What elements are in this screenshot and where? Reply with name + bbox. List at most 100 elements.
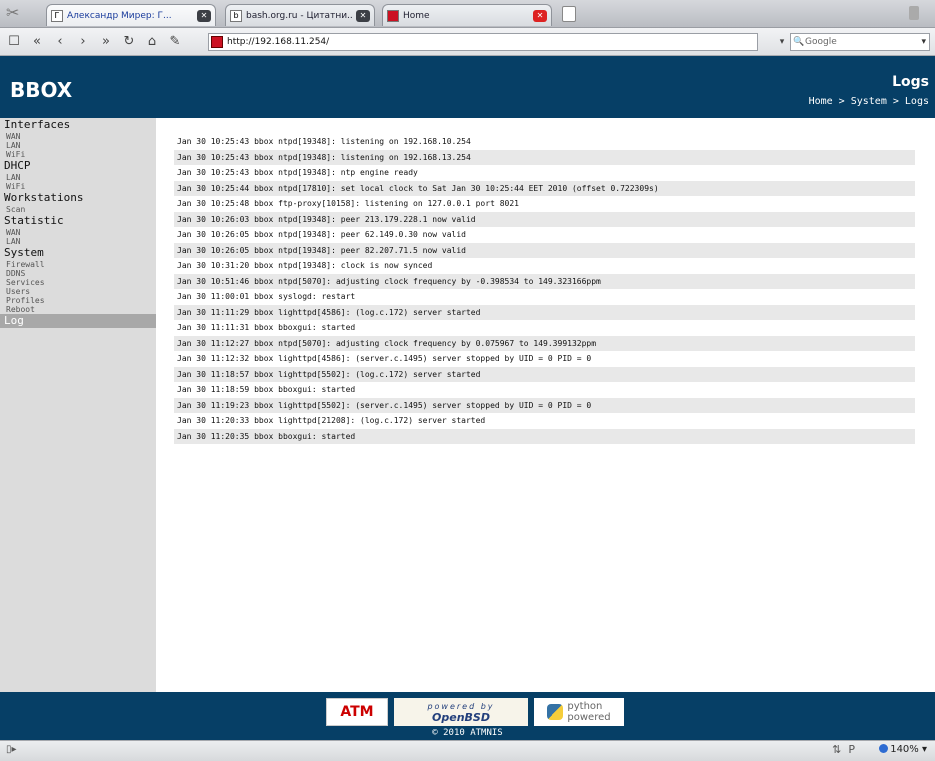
log-content: Jan 30 10:25:43 bbox ntpd[19348]: listen… [156, 118, 935, 692]
sidebar-section-log[interactable]: Log [0, 314, 156, 328]
log-row: Jan 30 10:26:03 bbox ntpd[19348]: peer 2… [174, 211, 915, 227]
sidebar-section-interfaces[interactable]: Interfaces [0, 118, 156, 132]
openbsd-badge[interactable]: powered by OpenBSD [394, 698, 528, 726]
back-icon[interactable]: ‹ [51, 33, 69, 51]
tab-close-icon[interactable]: ✕ [356, 9, 370, 22]
log-row: Jan 30 10:25:43 bbox ntpd[19348]: listen… [174, 134, 915, 150]
home-icon[interactable]: ⌂ [143, 33, 161, 51]
sidebar-item-lan[interactable]: LAN [0, 173, 156, 182]
rewind-icon[interactable]: « [28, 33, 46, 51]
log-entry: Jan 30 10:25:43 bbox ntpd[19348]: ntp en… [177, 168, 418, 178]
log-row: Jan 30 10:25:43 bbox ntpd[19348]: ntp en… [174, 165, 915, 181]
log-entry: Jan 30 11:12:27 bbox ntpd[5070]: adjusti… [174, 335, 915, 351]
log-entry: Jan 30 11:20:35 bbox bboxgui: started [174, 428, 915, 444]
fast-forward-icon[interactable]: » [97, 33, 115, 51]
badge-row: ATM powered by OpenBSD python powered [326, 698, 624, 726]
sidebar-item-lan[interactable]: LAN [0, 237, 156, 246]
new-tab-button[interactable] [562, 6, 576, 22]
sidebar-item-firewall[interactable]: Firewall [0, 260, 156, 269]
sidebar-item-wan[interactable]: WAN [0, 228, 156, 237]
page-favicon-icon: Г [51, 9, 63, 22]
log-entry: Jan 30 11:18:57 bbox lighttpd[5502]: (lo… [174, 366, 915, 382]
sidebar-item-profiles[interactable]: Profiles [0, 296, 156, 305]
log-entry: Jan 30 10:25:48 bbox ftp-proxy[10158]: l… [177, 199, 519, 209]
log-entry: Jan 30 11:18:59 bbox bboxgui: started [177, 385, 356, 395]
chevron-down-icon[interactable]: ▾ [921, 34, 926, 50]
log-entry: Jan 30 10:26:05 bbox ntpd[19348]: peer 6… [177, 230, 466, 240]
tab-title: Александр Мирер: Г... [67, 10, 172, 21]
page-favicon-icon: b [230, 9, 242, 22]
window-icon[interactable]: ☐ [5, 33, 23, 51]
log-entry: Jan 30 11:00:01 bbox syslogd: restart [177, 292, 356, 302]
sidebar-section-statistic[interactable]: Statistic [0, 214, 156, 228]
log-row: Jan 30 10:31:20 bbox ntpd[19348]: clock … [174, 258, 915, 274]
atm-logo[interactable]: ATM [326, 698, 388, 726]
tab-close-icon[interactable]: ✕ [197, 9, 211, 22]
browser-nav-bar: ☐ « ‹ › » ↻ ⌂ ✎ http://192.168.11.254/ ▾… [0, 28, 935, 56]
log-row: Jan 30 11:12:32 bbox lighttpd[4586]: (se… [174, 351, 915, 367]
chevron-down-icon[interactable]: ▾ [775, 34, 789, 50]
status-icons: ⇅ P [832, 743, 855, 756]
sidebar-nav: Interfaces WAN LAN WiFi DHCP LAN WiFi Wo… [0, 118, 156, 692]
log-entry: Jan 30 11:19:23 bbox lighttpd[5502]: (se… [174, 397, 915, 413]
log-entry: Jan 30 10:26:03 bbox ntpd[19348]: peer 2… [174, 211, 915, 227]
browser-tab[interactable]: b bash.org.ru - Цитатни... ✕ [225, 4, 375, 26]
zoom-level: 140% [890, 744, 919, 755]
tools-icon[interactable]: ✂ [6, 3, 19, 22]
log-row: Jan 30 11:00:01 bbox syslogd: restart [174, 289, 915, 305]
python-badge[interactable]: python powered [534, 698, 624, 726]
log-entry: Jan 30 11:11:29 bbox lighttpd[4586]: (lo… [174, 304, 915, 320]
sidebar-item-reboot[interactable]: Reboot [0, 305, 156, 314]
tab-close-icon[interactable]: ✕ [533, 9, 547, 22]
openbsd-badge-main: OpenBSD [432, 711, 490, 724]
log-entry: Jan 30 11:12:32 bbox lighttpd[4586]: (se… [177, 354, 592, 364]
browser-tab[interactable]: Home ✕ [382, 4, 552, 26]
log-row: Jan 30 10:26:05 bbox ntpd[19348]: peer 8… [174, 242, 915, 258]
log-row: Jan 30 11:18:57 bbox lighttpd[5502]: (lo… [174, 366, 915, 382]
copyright-text: © 2010 ATMNIS [432, 728, 503, 738]
log-row: Jan 30 11:19:23 bbox lighttpd[5502]: (se… [174, 397, 915, 413]
search-box[interactable]: ▾ 🔍 Google ▾ [780, 33, 930, 51]
log-row: Jan 30 11:11:29 bbox lighttpd[4586]: (lo… [174, 304, 915, 320]
web-page: BBOX Logs Home > System > Logs Interface… [0, 56, 935, 740]
page-title: Logs [892, 74, 929, 90]
sidebar-item-services[interactable]: Services [0, 278, 156, 287]
sidebar-item-lan[interactable]: LAN [0, 141, 156, 150]
sidebar-section-dhcp[interactable]: DHCP [0, 159, 156, 173]
breadcrumb[interactable]: Home > System > Logs [809, 96, 929, 107]
site-favicon-icon [211, 36, 223, 48]
browser-status-bar: ▯▸ ⇅ P 140% ▾ [0, 740, 935, 761]
log-row: Jan 30 10:26:05 bbox ntpd[19348]: peer 6… [174, 227, 915, 243]
forward-icon[interactable]: › [74, 33, 92, 51]
edit-icon[interactable]: ✎ [166, 33, 184, 51]
search-icon: 🔍 [793, 37, 805, 47]
tab-title: Home [403, 10, 430, 21]
log-row: Jan 30 11:12:27 bbox ntpd[5070]: adjusti… [174, 335, 915, 351]
sidebar-item-wifi[interactable]: WiFi [0, 182, 156, 191]
brand-logo[interactable]: BBOX [10, 78, 72, 102]
address-bar[interactable]: http://192.168.11.254/ [208, 33, 758, 51]
sidebar-item-users[interactable]: Users [0, 287, 156, 296]
log-row: Jan 30 10:25:48 bbox ftp-proxy[10158]: l… [174, 196, 915, 212]
log-row: Jan 30 11:20:33 bbox lighttpd[21208]: (l… [174, 413, 915, 429]
log-entry: Jan 30 10:51:46 bbox ntpd[5070]: adjusti… [174, 273, 915, 289]
log-entry: Jan 30 11:11:31 bbox bboxgui: started [177, 323, 356, 333]
sidebar-section-workstations[interactable]: Workstations [0, 191, 156, 205]
page-header: BBOX Logs Home > System > Logs [0, 56, 935, 118]
log-table: Jan 30 10:25:43 bbox ntpd[19348]: listen… [174, 134, 915, 444]
browser-tab[interactable]: Г Александр Мирер: Г... ✕ [46, 4, 216, 26]
log-entry: Jan 30 10:25:43 bbox ntpd[19348]: listen… [174, 149, 915, 165]
python-badge-top: python [567, 701, 603, 712]
status-panel-icon[interactable]: ▯▸ [6, 744, 17, 755]
reload-icon[interactable]: ↻ [120, 33, 138, 51]
sidebar-item-wifi[interactable]: WiFi [0, 150, 156, 159]
sidebar-item-scan[interactable]: Scan [0, 205, 156, 214]
sidebar-section-system[interactable]: System [0, 246, 156, 260]
page-footer: ATM powered by OpenBSD python powered © … [0, 692, 935, 740]
address-text: http://192.168.11.254/ [227, 37, 330, 47]
zoom-control[interactable]: 140% ▾ [879, 744, 927, 755]
sidebar-item-ddns[interactable]: DDNS [0, 269, 156, 278]
log-entry: Jan 30 10:25:43 bbox ntpd[19348]: listen… [177, 137, 471, 147]
sidebar-item-wan[interactable]: WAN [0, 132, 156, 141]
trash-icon[interactable] [909, 6, 919, 20]
